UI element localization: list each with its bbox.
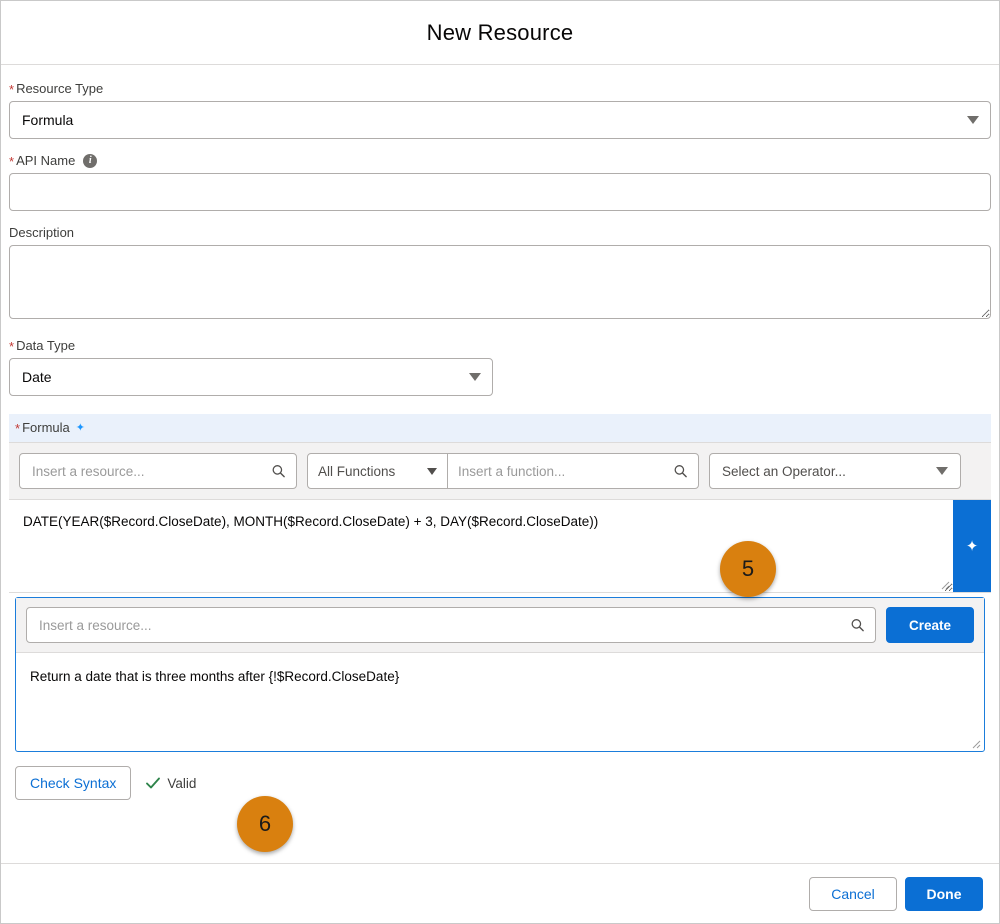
data-type-field: * Data Type Date xyxy=(9,338,991,396)
chevron-down-icon xyxy=(427,467,437,475)
einstein-prompt-panel: Insert a resource... Create Return a dat… xyxy=(15,597,985,752)
insert-resource-search[interactable]: Insert a resource... xyxy=(19,453,297,489)
required-asterisk-icon: * xyxy=(15,421,21,436)
einstein-panel-toolbar: Insert a resource... Create xyxy=(16,598,984,653)
syntax-status: Valid xyxy=(145,775,196,791)
all-functions-label: All Functions xyxy=(318,463,396,479)
description-label-text: Description xyxy=(9,225,75,240)
search-icon xyxy=(272,465,285,478)
formula-label: * Formula ✦ xyxy=(15,420,985,436)
modal-header: New Resource xyxy=(1,1,999,65)
syntax-check-row: Check Syntax Valid xyxy=(9,752,991,800)
einstein-prompt-text: Return a date that is three months after… xyxy=(30,669,400,684)
syntax-status-text: Valid xyxy=(167,775,197,791)
formula-section: Insert a resource... All Functions Inser… xyxy=(9,442,991,800)
modal-footer: Cancel Done xyxy=(1,863,999,923)
create-button[interactable]: Create xyxy=(886,607,974,643)
required-asterisk-icon: * xyxy=(9,154,15,169)
page-title: New Resource xyxy=(426,19,574,45)
formula-editor-row: DATE(YEAR($Record.CloseDate), MONTH($Rec… xyxy=(9,500,991,593)
api-name-label-text: API Name xyxy=(16,153,76,168)
resize-handle-icon[interactable] xyxy=(938,578,950,590)
modal-body: * Resource Type Formula * API Name i Des… xyxy=(1,65,999,863)
done-button[interactable]: Done xyxy=(905,876,983,911)
einstein-insert-resource-placeholder: Insert a resource... xyxy=(39,617,152,633)
select-operator-label: Select an Operator... xyxy=(722,463,846,479)
new-resource-modal: New Resource * Resource Type Formula * A… xyxy=(0,0,1000,924)
annotation-badge-6: 6 xyxy=(237,796,293,852)
function-group: All Functions Insert a function... xyxy=(307,453,699,489)
sparkle-ai-icon: ✦ xyxy=(965,538,979,555)
resource-type-label-text: Resource Type xyxy=(16,81,104,96)
check-syntax-button[interactable]: Check Syntax xyxy=(15,766,132,800)
formula-expression-text: DATE(YEAR($Record.CloseDate), MONTH($Rec… xyxy=(23,514,599,529)
annotation-badge-5: 5 xyxy=(720,541,776,597)
chevron-down-icon xyxy=(936,467,948,475)
sparkle-icon: ✦ xyxy=(75,421,85,434)
resource-type-value: Formula xyxy=(22,112,74,128)
einstein-prompt-text-area[interactable]: Return a date that is three months after… xyxy=(16,653,984,751)
data-type-label: * Data Type xyxy=(9,338,991,354)
formula-label-band: * Formula ✦ xyxy=(9,414,991,442)
description-label: Description xyxy=(9,225,991,241)
search-icon xyxy=(851,619,864,632)
cancel-button[interactable]: Cancel xyxy=(809,876,897,911)
einstein-insert-resource-search[interactable]: Insert a resource... xyxy=(26,607,876,643)
required-asterisk-icon: * xyxy=(9,82,15,97)
search-icon xyxy=(674,465,687,478)
resource-type-select[interactable]: Formula xyxy=(9,101,991,139)
info-icon[interactable]: i xyxy=(83,154,98,168)
api-name-label: * API Name i xyxy=(9,153,991,169)
required-asterisk-icon: * xyxy=(9,339,15,354)
einstein-sparkle-rail[interactable]: ✦ xyxy=(953,500,991,592)
data-type-value: Date xyxy=(22,369,52,385)
resize-handle-icon[interactable] xyxy=(969,737,981,749)
resource-type-label: * Resource Type xyxy=(9,81,991,97)
description-textarea[interactable] xyxy=(9,245,991,319)
data-type-label-text: Data Type xyxy=(16,338,76,353)
check-mark-icon xyxy=(146,777,161,789)
select-operator-dropdown[interactable]: Select an Operator... xyxy=(709,453,961,489)
data-type-select[interactable]: Date xyxy=(9,358,493,396)
resource-type-field: * Resource Type Formula xyxy=(9,81,991,139)
api-name-input[interactable] xyxy=(9,173,991,211)
formula-label-text: Formula xyxy=(22,420,70,435)
api-name-field: * API Name i xyxy=(9,153,991,211)
formula-editor[interactable]: DATE(YEAR($Record.CloseDate), MONTH($Rec… xyxy=(9,500,953,592)
formula-toolbar: Insert a resource... All Functions Inser… xyxy=(9,443,991,500)
description-field: Description xyxy=(9,225,991,324)
all-functions-select[interactable]: All Functions xyxy=(308,454,448,488)
insert-function-placeholder: Insert a function... xyxy=(458,463,566,479)
insert-function-search[interactable]: Insert a function... xyxy=(448,454,698,488)
insert-resource-placeholder: Insert a resource... xyxy=(32,463,145,479)
